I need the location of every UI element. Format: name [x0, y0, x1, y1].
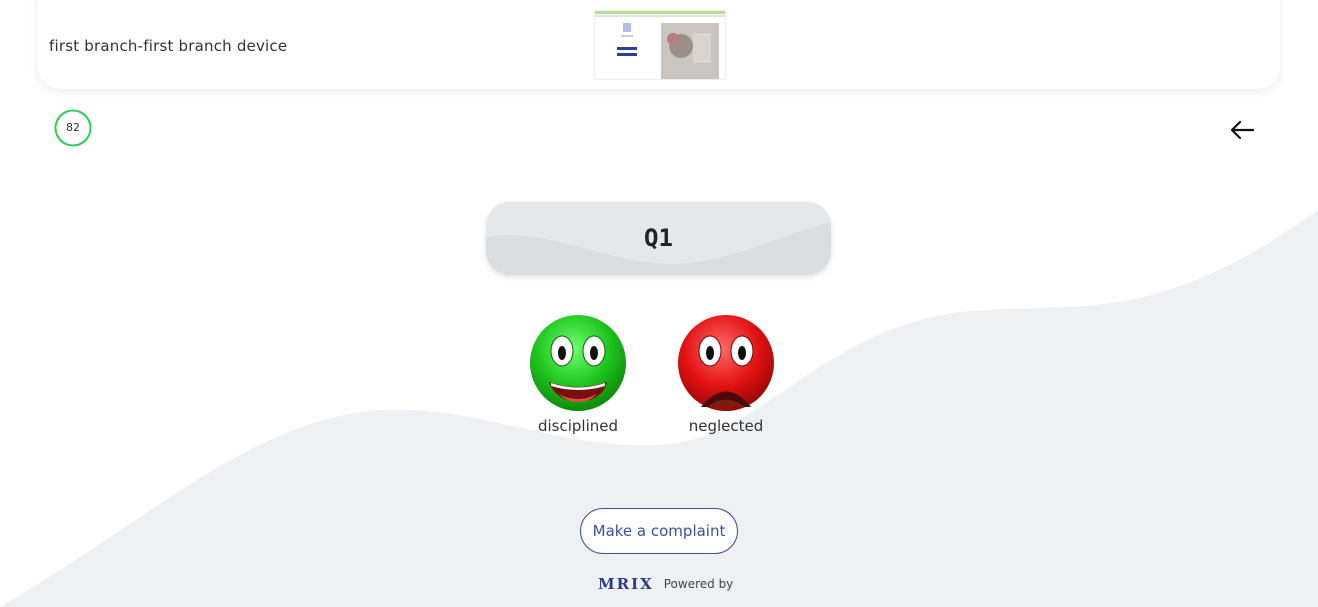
device-card: first branch-first branch device — [38, 0, 1280, 89]
choice-disciplined[interactable]: disciplined — [526, 314, 630, 435]
progress-ring: 82 — [54, 109, 92, 147]
question-card: Q1 — [486, 202, 831, 275]
make-complaint-button[interactable]: Make a complaint — [580, 508, 738, 554]
choice-label: neglected — [688, 417, 764, 435]
powered-by-footer: MRIX Powered by — [598, 575, 733, 593]
screen-preview-thumbnail — [594, 10, 726, 80]
happy-face-icon — [530, 315, 626, 411]
device-label: first branch-first branch device — [49, 37, 288, 55]
arrow-left-icon — [1230, 120, 1255, 140]
choice-neglected[interactable]: neglected — [674, 314, 778, 435]
brand-logo: MRIX — [598, 575, 654, 593]
powered-by-text: Powered by — [663, 577, 734, 591]
sad-face-icon — [678, 315, 774, 411]
progress-value: 82 — [66, 121, 80, 134]
question-title: Q1 — [644, 224, 673, 252]
back-arrow-button[interactable] — [1228, 116, 1256, 144]
choice-label: disciplined — [537, 417, 619, 435]
